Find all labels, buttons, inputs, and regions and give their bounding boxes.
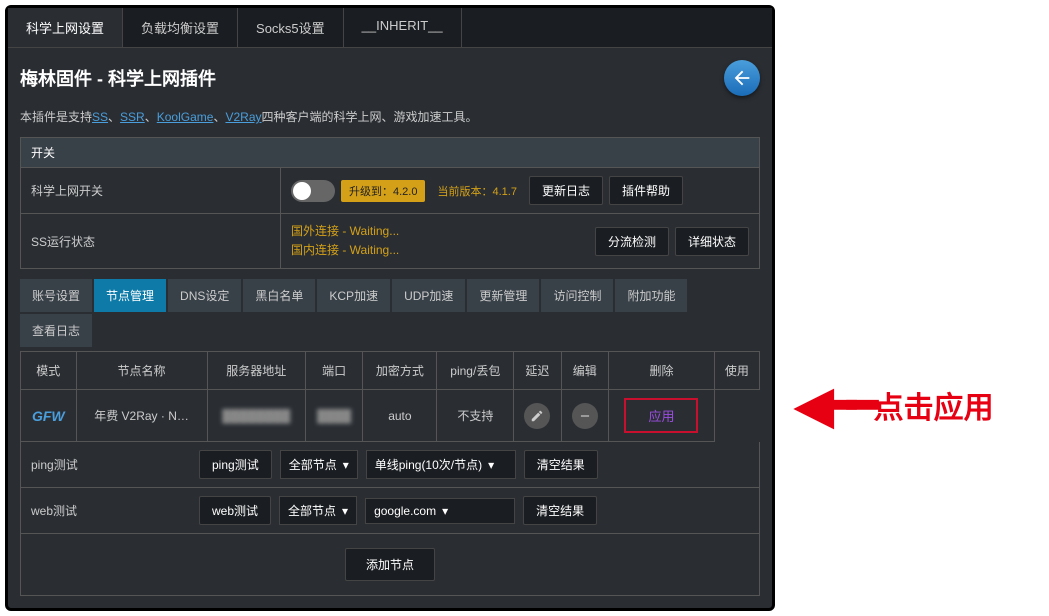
th-latency: 延迟 — [514, 352, 561, 390]
node-name: 年费 V2Ray · N… — [76, 390, 207, 442]
mode-badge: GFW — [32, 408, 65, 424]
chevron-icon: ▾ — [488, 458, 494, 472]
link-ss[interactable]: SS — [92, 110, 108, 124]
sub-tabs: 账号设置 节点管理 DNS设定 黑白名单 KCP加速 UDP加速 更新管理 访问… — [20, 279, 760, 347]
th-name: 节点名称 — [76, 352, 207, 390]
back-button[interactable] — [724, 60, 760, 96]
web-test-button[interactable]: web测试 — [199, 496, 271, 525]
th-edit: 编辑 — [561, 352, 608, 390]
tab-proxy-settings[interactable]: 科学上网设置 — [8, 8, 123, 47]
link-ssr[interactable]: SSR — [120, 110, 145, 124]
flow-check-button[interactable]: 分流检测 — [595, 227, 669, 256]
annotation-text: 点击应用 — [874, 383, 994, 427]
toggle-knob — [293, 182, 311, 200]
ping-nodes-select[interactable]: 全部节点▾ — [280, 450, 358, 479]
web-nodes-select[interactable]: 全部节点▾ — [279, 496, 357, 525]
annotation: ◀━━ 点击应用 — [795, 380, 994, 430]
th-enc: 加密方式 — [363, 352, 437, 390]
detail-status-button[interactable]: 详细状态 — [675, 227, 749, 256]
subtab-dns[interactable]: DNS设定 — [168, 279, 241, 312]
subtab-kcp[interactable]: KCP加速 — [317, 279, 390, 312]
page-title: 梅林固件 - 科学上网插件 — [20, 65, 216, 91]
tab-socks5[interactable]: Socks5设置 — [238, 8, 344, 47]
link-koolgame[interactable]: KoolGame — [157, 110, 214, 124]
edit-button[interactable] — [572, 403, 598, 429]
subtab-account[interactable]: 账号设置 — [20, 279, 92, 312]
encryption: auto — [363, 390, 437, 442]
arrow-icon: ◀━━ — [795, 380, 870, 430]
minus-icon — [578, 409, 592, 423]
changelog-button[interactable]: 更新日志 — [529, 176, 603, 205]
subtab-extra[interactable]: 附加功能 — [615, 279, 687, 312]
status-text: 国外连接 - Waiting... 国内连接 - Waiting... — [291, 222, 399, 260]
th-ping: ping/丢包 — [437, 352, 514, 390]
status-label: SS运行状态 — [21, 214, 281, 268]
ping-result: 不支持 — [437, 390, 514, 442]
subtab-access[interactable]: 访问控制 — [541, 279, 613, 312]
proxy-toggle[interactable] — [291, 180, 335, 202]
description: 本插件是支持SS、SSR、KoolGame、V2Ray四种客户端的科学上网、游戏… — [20, 108, 760, 125]
server-addr: ████████ — [222, 409, 290, 423]
th-use: 使用 — [714, 352, 759, 390]
latency-button[interactable] — [524, 403, 550, 429]
pencil-icon — [530, 409, 544, 423]
current-version: 当前版本：4.1.7 — [431, 180, 522, 202]
add-node-button[interactable]: 添加节点 — [345, 548, 435, 581]
chevron-icon: ▾ — [343, 458, 349, 472]
tab-load-balance[interactable]: 负载均衡设置 — [123, 8, 238, 47]
switch-label: 科学上网开关 — [21, 168, 281, 213]
chevron-icon: ▾ — [442, 504, 448, 518]
port: ████ — [317, 409, 351, 423]
th-mode: 模式 — [21, 352, 77, 390]
ping-clear-button[interactable]: 清空结果 — [524, 450, 598, 479]
link-v2ray[interactable]: V2Ray — [225, 110, 261, 124]
switch-section-header: 开关 — [20, 137, 760, 168]
top-tabs: 科学上网设置 负载均衡设置 Socks5设置 __INHERIT__ — [8, 8, 772, 48]
subtab-update[interactable]: 更新管理 — [467, 279, 539, 312]
web-clear-button[interactable]: 清空结果 — [523, 496, 597, 525]
apply-button[interactable]: 应用 — [624, 398, 698, 433]
th-port: 端口 — [306, 352, 363, 390]
chevron-icon: ▾ — [342, 504, 348, 518]
web-test-label: web测试 — [31, 502, 191, 519]
upgrade-badge: 升级到：4.2.0 — [341, 180, 425, 202]
web-site-select[interactable]: google.com▾ — [365, 498, 515, 524]
main-panel: 科学上网设置 负载均衡设置 Socks5设置 __INHERIT__ 梅林固件 … — [5, 5, 775, 611]
help-button[interactable]: 插件帮助 — [609, 176, 683, 205]
back-arrow-icon — [731, 67, 753, 89]
subtab-logs[interactable]: 查看日志 — [20, 314, 92, 347]
ping-test-button[interactable]: ping测试 — [199, 450, 272, 479]
tab-inherit[interactable]: __INHERIT__ — [344, 8, 462, 47]
subtab-blacklist[interactable]: 黑白名单 — [243, 279, 315, 312]
th-server: 服务器地址 — [207, 352, 306, 390]
subtab-udp[interactable]: UDP加速 — [392, 279, 465, 312]
subtab-nodes[interactable]: 节点管理 — [94, 279, 166, 312]
ping-mode-select[interactable]: 单线ping(10次/节点)▾ — [366, 450, 516, 479]
node-table: 模式 节点名称 服务器地址 端口 加密方式 ping/丢包 延迟 编辑 删除 使… — [20, 351, 760, 442]
table-row: GFW 年费 V2Ray · N… ████████ ████ auto 不支持… — [21, 390, 760, 442]
th-delete: 删除 — [609, 352, 715, 390]
ping-test-label: ping测试 — [31, 456, 191, 473]
